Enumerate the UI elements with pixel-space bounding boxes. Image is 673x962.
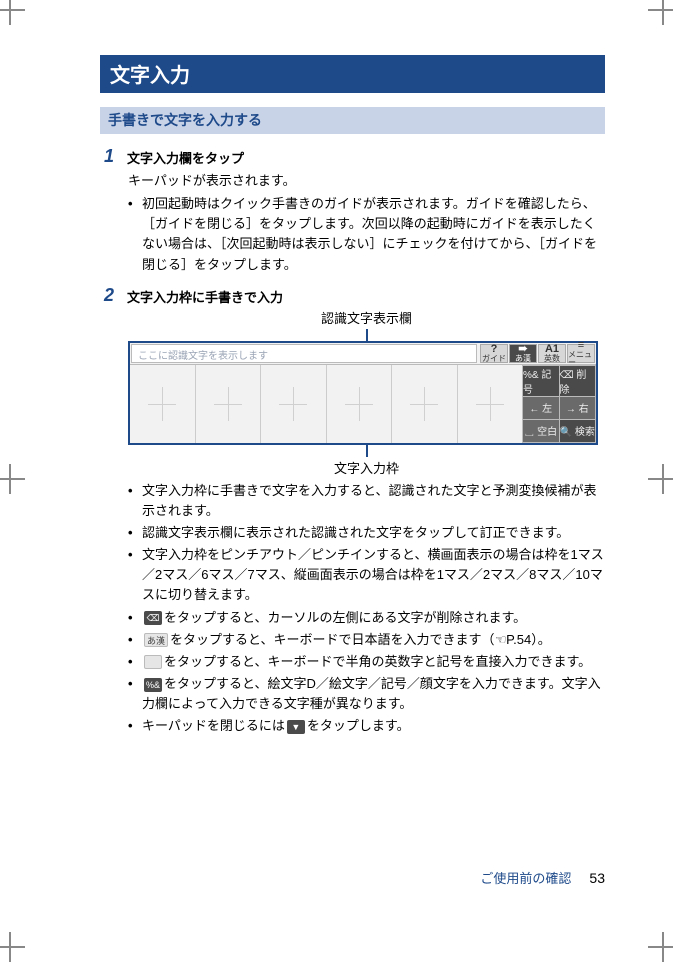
reference-icon: ☞ xyxy=(495,630,507,650)
handwriting-panel: ここに認識文字を表示します ? ガイド ➠ あ漢 A1 英数 xyxy=(128,341,598,445)
left-key[interactable]: ← 左 xyxy=(523,397,559,419)
handwriting-cells[interactable] xyxy=(130,365,522,443)
kana-key-icon: あ漢 xyxy=(144,633,168,647)
close-keypad-icon: ▼ xyxy=(287,720,305,734)
step2-bullet-2: 認識文字表示欄に表示された認識された文字をタップして訂正できます。 xyxy=(128,523,605,543)
delete-key-icon: ⌫ xyxy=(144,611,162,625)
fig-top-label: 認識文字表示欄 xyxy=(128,308,605,327)
step-number: 2 xyxy=(104,285,119,306)
page-body: 文字入力 手書きで文字を入力する 1 文字入力欄をタップ キーパッドが表示されま… xyxy=(100,55,605,887)
kana-mode-button[interactable]: ➠ あ漢 xyxy=(509,344,537,363)
step2-bullet-4: ⌫をタップすると、カーソルの左側にある文字が削除されます。 xyxy=(128,608,605,628)
footer-section: ご使用前の確認 xyxy=(480,868,571,887)
callout-line xyxy=(366,445,368,457)
menu-button[interactable]: ≡ メニュー xyxy=(567,344,595,363)
fig-bottom-label: 文字入力枠 xyxy=(128,458,605,477)
alnum-mode-button[interactable]: A1 英数 xyxy=(538,344,566,363)
step2-bullet-7: %&をタップすると、絵文字D／絵文字／記号／顔文字を入力できます。文字入力欄によ… xyxy=(128,674,605,714)
crop-mark xyxy=(648,0,673,25)
step2-bullet-6: をタップすると、キーボードで半角の英数字と記号を直接入力できます。 xyxy=(128,652,605,672)
search-key[interactable]: 🔍 検索 xyxy=(560,420,596,442)
step1-bullet-1: 初回起動時はクイック手書きのガイドが表示されます。ガイドを確認したら、［ガイドを… xyxy=(128,194,605,275)
crop-mark xyxy=(648,464,673,494)
step-title: 文字入力枠に手書きで入力 xyxy=(127,285,283,306)
callout-line xyxy=(366,329,368,341)
step2-bullet-3: 文字入力枠をピンチアウト／ピンチインすると、横画面表示の場合は枠を1マス／2マス… xyxy=(128,545,605,605)
step-2: 2 文字入力枠に手書きで入力 認識文字表示欄 ここに認識文字を表示します ? ガ… xyxy=(104,285,605,737)
step-number: 1 xyxy=(104,146,119,167)
handwriting-figure: 認識文字表示欄 ここに認識文字を表示します ? ガイド ➠ あ漢 xyxy=(128,308,605,477)
crop-mark xyxy=(0,932,25,962)
page-reference: P.54 xyxy=(506,632,531,647)
step-intro: キーパッドが表示されます。 xyxy=(128,171,605,191)
crop-mark xyxy=(0,464,25,494)
recognition-field[interactable]: ここに認識文字を表示します xyxy=(131,344,477,363)
space-key[interactable]: ␣ 空白 xyxy=(523,420,559,442)
step-title: 文字入力欄をタップ xyxy=(127,146,244,167)
step2-bullet-5: あ漢をタップすると、キーボードで日本語を入力できます（☞P.54）。 xyxy=(128,630,605,650)
guide-button[interactable]: ? ガイド xyxy=(480,344,508,363)
page-footer: ご使用前の確認 53 xyxy=(480,868,605,887)
alnum-key-icon xyxy=(144,655,162,669)
subsection-title: 手書きで文字を入力する xyxy=(100,107,605,134)
right-key[interactable]: → 右 xyxy=(560,397,596,419)
footer-page-number: 53 xyxy=(589,870,605,886)
section-title: 文字入力 xyxy=(100,55,605,93)
delete-key[interactable]: ⌫ 削除 xyxy=(560,366,596,396)
symbol-key-icon: %& xyxy=(144,678,162,692)
crop-mark xyxy=(648,932,673,962)
crop-mark xyxy=(0,0,25,25)
symbol-key[interactable]: %& 記号 xyxy=(523,366,559,396)
step2-bullet-8: キーパッドを閉じるには▼をタップします。 xyxy=(128,716,605,736)
step-1: 1 文字入力欄をタップ キーパッドが表示されます。 初回起動時はクイック手書きの… xyxy=(104,146,605,275)
step2-bullet-1: 文字入力枠に手書きで文字を入力すると、認識された文字と予測変換候補が表示されます… xyxy=(128,481,605,521)
